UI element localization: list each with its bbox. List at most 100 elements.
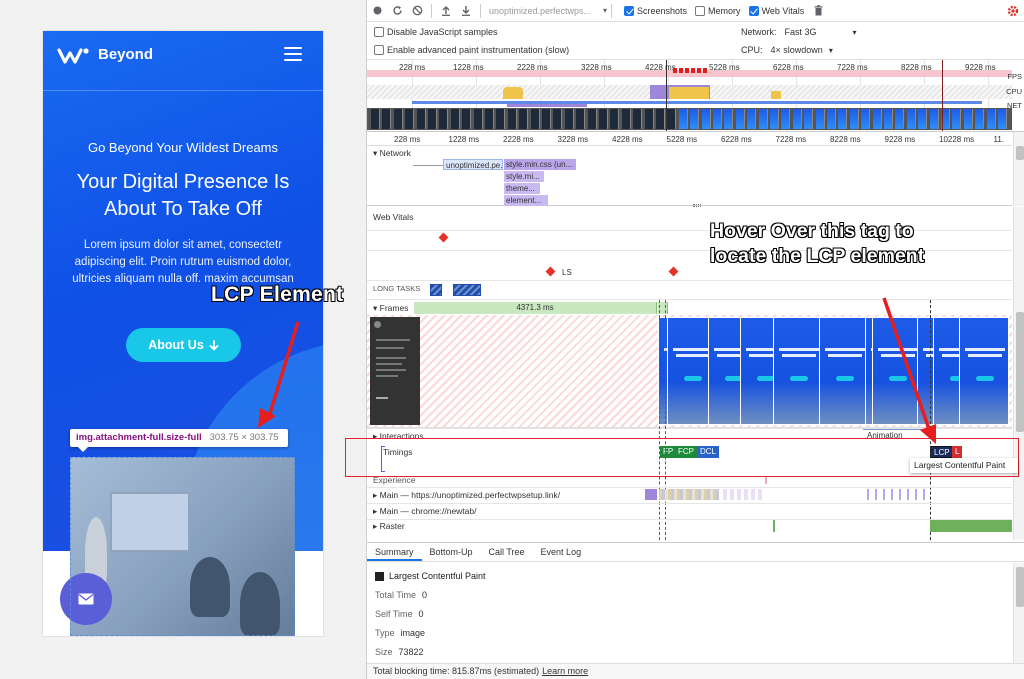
tab-bottom-up[interactable]: Bottom-Up [422, 543, 481, 561]
scrollbar-thumb[interactable] [1016, 146, 1024, 160]
filmstrip-thumbnail[interactable] [416, 109, 426, 129]
profile-select[interactable]: unoptimized.perfectwps... [489, 6, 601, 16]
record-button[interactable] [367, 1, 387, 21]
filmstrip-thumbnail[interactable] [929, 109, 939, 129]
interactions-track-label[interactable]: ▸ Interactions [373, 431, 424, 442]
fp-marker[interactable]: FP [660, 446, 677, 458]
filmstrip-thumbnail[interactable] [530, 109, 540, 129]
advanced-paint-option[interactable]: Enable advanced paint instrumentation (s… [374, 45, 569, 55]
filmstrip-thumbnail[interactable] [428, 109, 437, 129]
filmstrip-thumbnail[interactable] [371, 109, 380, 129]
filmstrip-thumbnail[interactable] [485, 109, 494, 129]
filmstrip-thumbnail[interactable] [804, 109, 814, 129]
filmstrip-thumbnail[interactable] [963, 109, 973, 129]
frame-thumbnail[interactable] [872, 317, 922, 425]
filmstrip-thumbnail[interactable] [792, 109, 802, 129]
frames-screenshots[interactable] [367, 315, 1012, 428]
screenshots-toggle[interactable]: Screenshots [624, 5, 687, 16]
filmstrip-thumbnail[interactable] [770, 109, 779, 129]
cpu-value[interactable]: 4× slowdown [771, 45, 823, 55]
tab-summary[interactable]: Summary [367, 543, 422, 561]
logo-text[interactable]: Beyond [98, 46, 153, 63]
disable-js-samples-checkbox[interactable] [374, 27, 384, 37]
advanced-paint-checkbox[interactable] [374, 45, 384, 55]
raster-track-label[interactable]: ▸ Raster [373, 521, 405, 532]
about-us-button[interactable]: About Us [126, 328, 241, 362]
network-request[interactable]: theme... [504, 183, 540, 194]
filmstrip-thumbnail[interactable] [450, 109, 460, 129]
filmstrip-thumbnail[interactable] [713, 109, 722, 129]
filmstrip-thumbnail[interactable] [473, 109, 483, 129]
filmstrip-thumbnail[interactable] [633, 109, 643, 129]
filmstrip-thumbnail[interactable] [519, 109, 529, 129]
filmstrip-thumbnail[interactable] [838, 109, 848, 129]
layout-shift-marker[interactable] [545, 266, 556, 277]
network-request[interactable]: unoptimized.pe... [443, 159, 503, 170]
cpu-throttle-control[interactable]: CPU: 4× slowdown ▾ [741, 45, 833, 55]
network-track[interactable]: ▾ Network unoptimized.pe... style.min.cs… [367, 146, 1012, 206]
menu-icon[interactable] [284, 47, 302, 61]
memory-toggle[interactable]: Memory [695, 5, 741, 16]
chevron-down-icon[interactable]: ▾ [853, 28, 857, 37]
filmstrip-thumbnail[interactable] [656, 109, 665, 129]
timeline-overview[interactable]: 228 ms 1228 ms 2228 ms 3228 ms 4228 ms 5… [367, 60, 1024, 132]
filmstrip-thumbnail[interactable] [872, 109, 882, 129]
frame-duration-bar[interactable]: 4371.3 ms [414, 302, 657, 314]
screenshots-checkbox[interactable] [624, 5, 635, 16]
filmstrip-thumbnail[interactable] [553, 109, 563, 129]
filmstrip-thumbnail[interactable] [724, 109, 734, 129]
network-throttle-control[interactable]: Network: Fast 3G ▾ [741, 27, 857, 37]
filmstrip-thumbnail[interactable] [405, 109, 415, 129]
filmstrip-thumbnail[interactable] [587, 109, 597, 129]
network-value[interactable]: Fast 3G [785, 27, 817, 37]
memory-checkbox[interactable] [695, 5, 706, 16]
filmstrip-thumbnail[interactable] [986, 109, 996, 129]
filmstrip-thumbnail[interactable] [884, 109, 893, 129]
filmstrip-thumbnail[interactable] [610, 109, 620, 129]
lcp-marker[interactable]: LCP [930, 446, 954, 458]
reload-record-button[interactable] [387, 1, 407, 21]
logo-icon[interactable] [57, 46, 91, 66]
tab-call-tree[interactable]: Call Tree [481, 543, 533, 561]
filmstrip-thumbnail[interactable] [690, 109, 700, 129]
long-task-bar[interactable] [430, 284, 442, 296]
resize-handle[interactable] [693, 204, 701, 207]
chevron-down-icon[interactable]: ▾ [603, 6, 607, 15]
disable-js-samples-option[interactable]: Disable JavaScript samples [374, 27, 498, 37]
frame-thumbnail[interactable] [819, 317, 869, 425]
main-task-bar[interactable] [659, 489, 719, 500]
chat-button[interactable] [60, 573, 112, 625]
filmstrip-thumbnail[interactable] [382, 109, 392, 129]
filmstrip-thumbnail[interactable] [576, 109, 586, 129]
filmstrip-thumbnail[interactable] [507, 109, 517, 129]
web-vital-marker[interactable] [438, 232, 449, 243]
filmstrip-thumbnail[interactable] [861, 109, 871, 129]
long-task-bar[interactable] [453, 284, 481, 296]
frames-track-label[interactable]: ▾ Frames [373, 303, 408, 314]
raster-task-bar[interactable] [930, 520, 1012, 532]
filmstrip-thumbnail[interactable] [644, 109, 654, 129]
filmstrip-thumbnail[interactable] [747, 109, 757, 129]
details-scrollbar[interactable] [1013, 563, 1024, 663]
filmstrip-thumbnail[interactable] [906, 109, 916, 129]
filmstrip-thumbnail[interactable] [758, 109, 768, 129]
filmstrip-thumbnail[interactable] [393, 109, 403, 129]
filmstrip-thumbnail[interactable] [667, 109, 677, 129]
collect-garbage-button[interactable] [808, 1, 828, 21]
filmstrip-thumbnail[interactable] [621, 109, 631, 129]
filmstrip-thumbnail[interactable] [599, 109, 608, 129]
clear-button[interactable] [407, 1, 427, 21]
filmstrip-thumbnail[interactable] [735, 109, 745, 129]
chevron-down-icon[interactable]: ▾ [829, 46, 833, 55]
filmstrip-thumbnail[interactable] [918, 109, 928, 129]
web-vitals-toggle[interactable]: Web Vitals [748, 5, 804, 16]
network-scrollbar[interactable] [1013, 132, 1024, 206]
filmstrip-thumbnail[interactable] [542, 109, 551, 129]
network-track-label[interactable]: ▾ Network [373, 148, 411, 159]
raster-task-bar[interactable] [773, 520, 775, 532]
filmstrip-thumbnail[interactable] [815, 109, 825, 129]
main-task-bar[interactable] [645, 489, 657, 500]
filmstrip-thumbnail[interactable] [462, 109, 472, 129]
scrollbar-thumb[interactable] [1016, 312, 1024, 432]
settings-gear-icon[interactable] [1007, 5, 1019, 17]
